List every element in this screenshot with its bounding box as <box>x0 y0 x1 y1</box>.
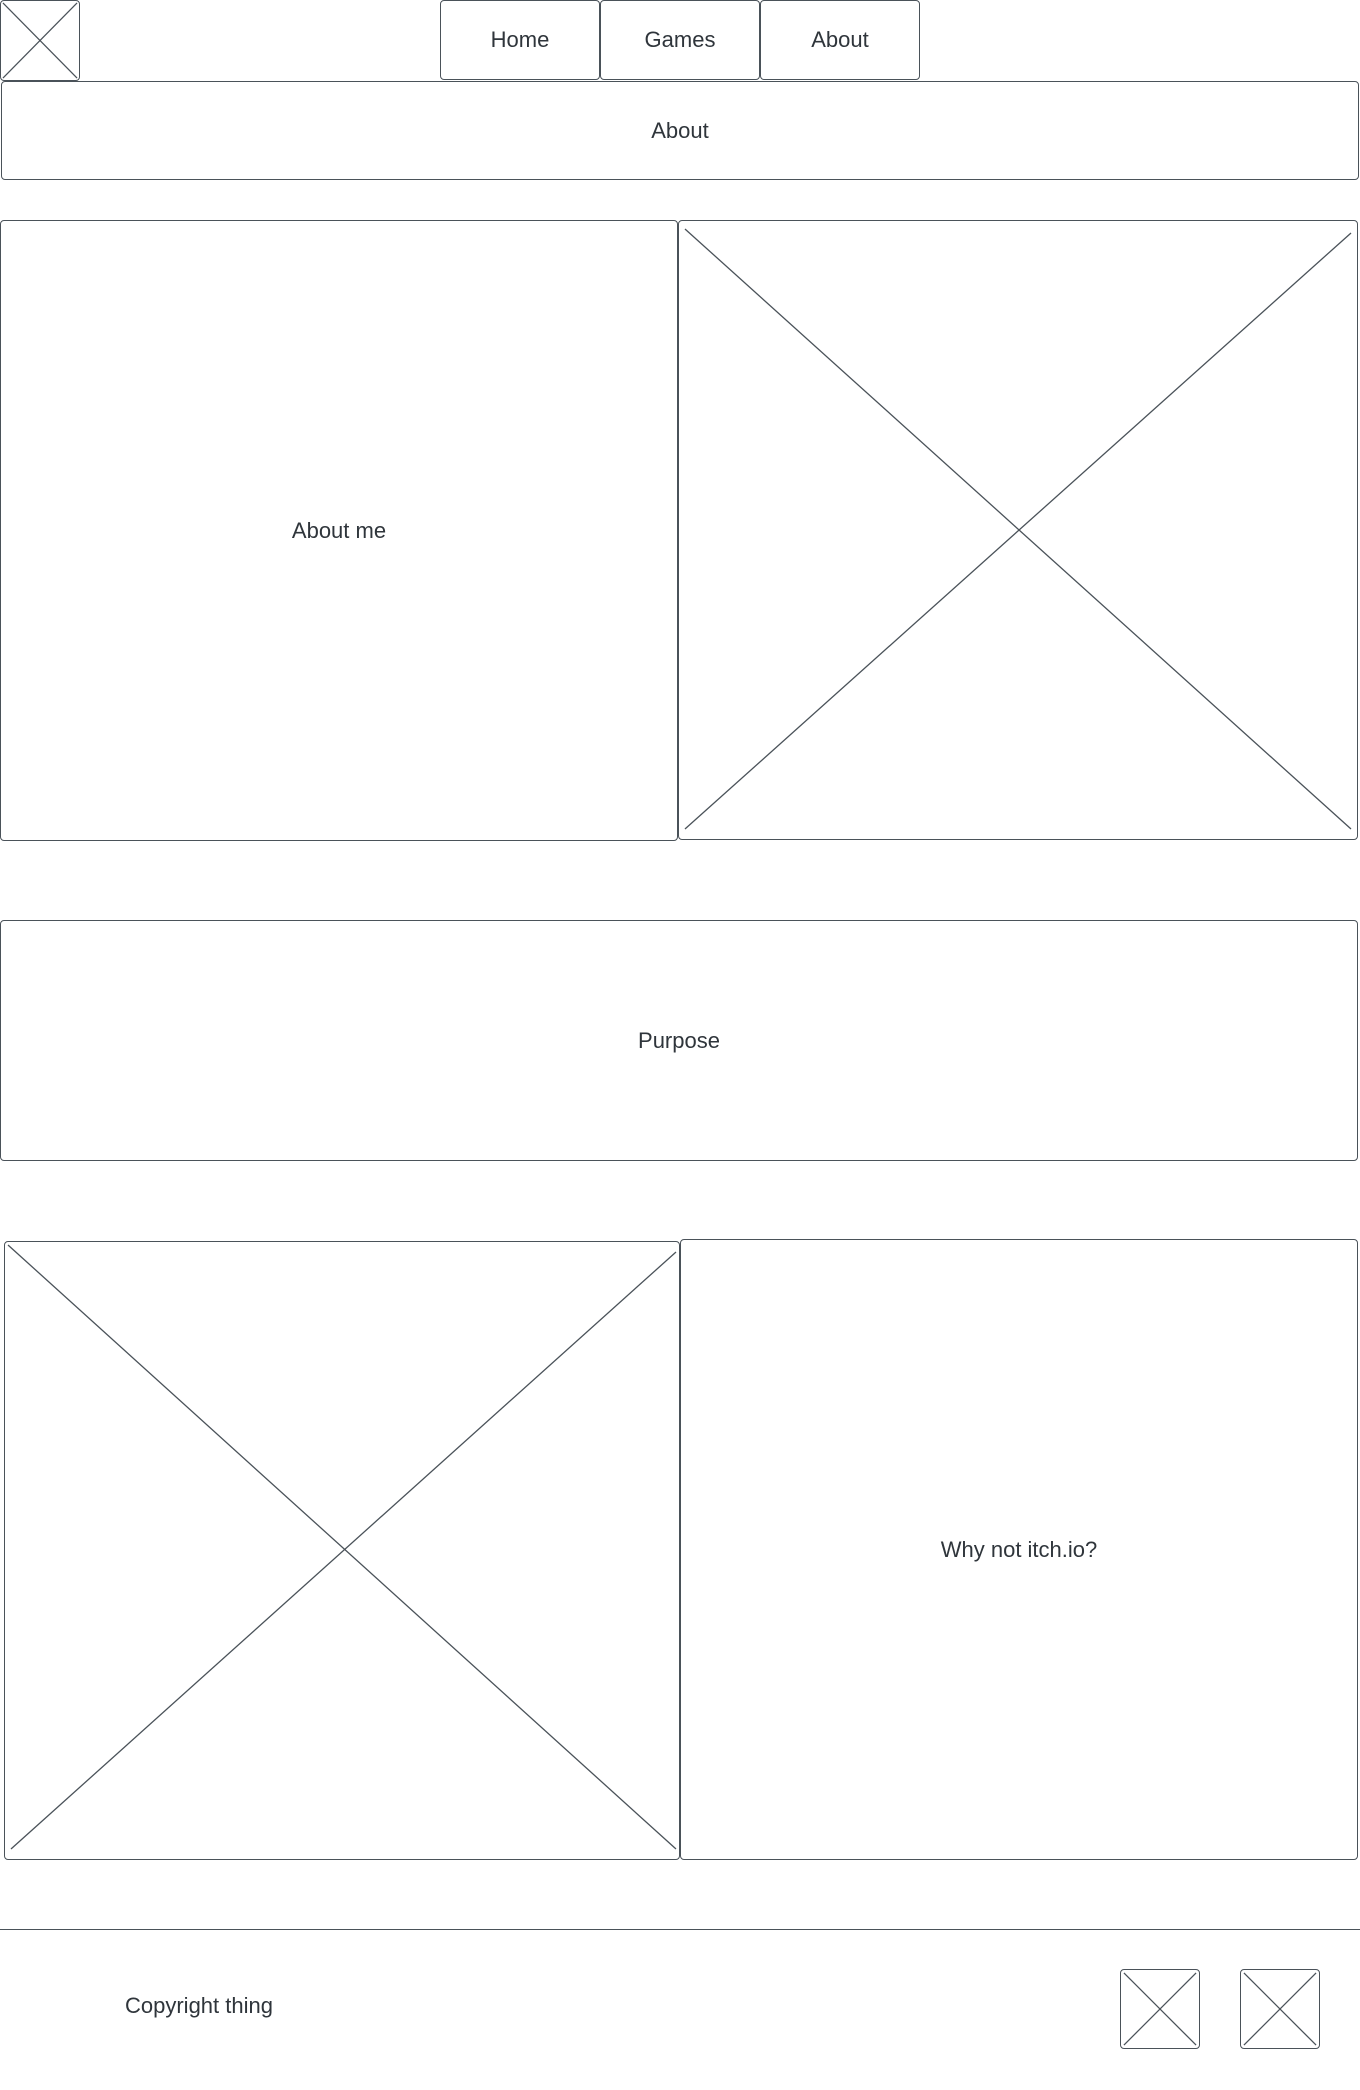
placeholder-cross-icon <box>7 1244 677 1850</box>
logo-image-placeholder-icon[interactable] <box>0 0 80 81</box>
footer-divider <box>0 1929 1360 1930</box>
nav-home-label: Home <box>490 27 550 52</box>
about-me-label: About me <box>291 517 387 543</box>
why-not-section: Why not itch.io? <box>680 1239 1358 1860</box>
nav-about-label: About <box>811 27 869 52</box>
social-link-1-icon[interactable] <box>1120 1969 1200 2049</box>
placeholder-cross-icon <box>1243 1972 1317 2046</box>
purpose-section: Purpose <box>0 920 1358 1161</box>
placeholder-cross-icon <box>2 2 78 79</box>
placeholder-cross-icon <box>1123 1972 1197 2046</box>
social-link-2-icon[interactable] <box>1240 1969 1320 2049</box>
nav-games-label: Games <box>644 27 716 52</box>
placeholder-cross-icon <box>684 228 1352 830</box>
about-me-image-placeholder-icon <box>678 220 1358 840</box>
about-me-section: About me <box>0 220 678 841</box>
page-title-banner: About <box>1 81 1359 180</box>
nav-games-button[interactable]: Games <box>600 0 760 80</box>
nav-about-button[interactable]: About <box>760 0 920 80</box>
why-not-label: Why not itch.io? <box>940 1536 1098 1562</box>
copyright-text: Copyright thing <box>125 1993 273 2018</box>
nav-home-button[interactable]: Home <box>440 0 600 80</box>
why-not-image-placeholder-icon <box>4 1241 680 1860</box>
purpose-label: Purpose <box>638 1027 720 1053</box>
page-title: About <box>651 117 709 143</box>
